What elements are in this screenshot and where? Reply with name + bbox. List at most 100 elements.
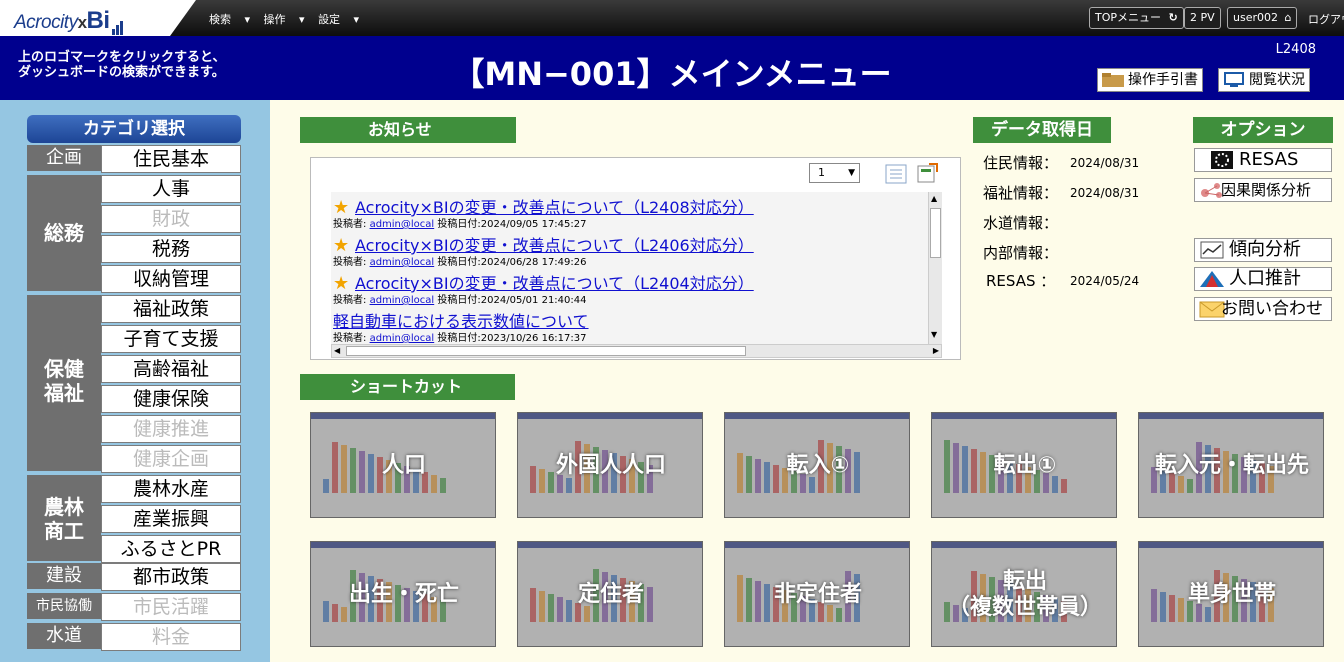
group-label-planning: 企画 [27, 145, 101, 173]
export-icon[interactable] [917, 162, 939, 184]
shortcut-births-deaths[interactable]: 出生・死亡 [310, 541, 496, 647]
group-label-health-welfare: 保健福祉 [27, 295, 101, 473]
category-button-industry[interactable]: 産業振興 [101, 505, 241, 533]
category-button-finance: 財政 [101, 205, 241, 233]
category-button-hometown-pr[interactable]: ふるさとPR [101, 535, 241, 563]
shortcut-label: 定住者 [577, 582, 644, 607]
shortcut-label: 非定住者 [773, 582, 862, 607]
poster-link[interactable]: admin@local [370, 295, 435, 306]
home-icon: ⌂ [1284, 11, 1292, 24]
poster-link[interactable]: admin@local [370, 257, 435, 268]
list-view-icon[interactable] [885, 164, 907, 184]
poster-link[interactable]: admin@local [370, 333, 435, 344]
top-menus: 検索 ▾ 操作 ▾ 設定 ▾ [209, 11, 369, 27]
shortcut-label: 転出 （複数世帯員） [947, 569, 1102, 620]
data-date-value: 2024/08/31 [1070, 186, 1140, 200]
shortcut-label: 転入① [786, 453, 850, 478]
population-projection-button[interactable]: 人口推計 [1194, 267, 1332, 291]
shortcut-label: 転出① [993, 453, 1057, 478]
group-label-agriculture-commerce: 農林商工 [27, 475, 101, 563]
category-button-agriculture[interactable]: 農林水産 [101, 475, 241, 503]
category-button-health-planning: 健康企画 [101, 445, 241, 473]
refresh-icon: ↻ [1168, 11, 1178, 24]
data-date-value: 2024/08/31 [1070, 156, 1140, 170]
notices-list: ★ Acrocity×BIの変更・改善点について（L2408対応分） 投稿者: … [331, 192, 942, 344]
scroll-right-icon: ▶ [932, 346, 939, 355]
category-button-elderly-welfare[interactable]: 高齢福祉 [101, 355, 241, 383]
scroll-up-icon: ▲ [931, 194, 938, 203]
category-button-childcare[interactable]: 子育て支援 [101, 325, 241, 353]
group-label-construction: 建設 [27, 563, 101, 591]
monitor-icon [1224, 72, 1244, 87]
shortcut-foreign-population[interactable]: 外国人人口 [517, 412, 703, 518]
shortcut-label: 人口 [381, 453, 426, 478]
category-button-tax[interactable]: 税務 [101, 235, 241, 263]
pv-count[interactable]: 2 PV [1184, 7, 1221, 29]
scroll-thumb[interactable] [346, 346, 746, 356]
acrocity-bi-logo[interactable]: AcrocityxBi [14, 7, 124, 35]
resas-logo-icon [1211, 151, 1233, 169]
scroll-down-icon: ▼ [931, 330, 938, 339]
poster-link[interactable]: admin@local [370, 219, 435, 230]
causal-analysis-button[interactable]: 因果関係分析 [1194, 178, 1332, 202]
top-menu-button[interactable]: TOPメニュー ↻ [1089, 7, 1184, 29]
shortcut-label: 転入元・転出先 [1154, 453, 1309, 478]
top-bar: AcrocityxBi 検索 ▾ 操作 ▾ 設定 ▾ TOPメニュー ↻ 2 P… [0, 0, 1344, 36]
data-date-label: 住民情報： [983, 154, 1059, 172]
shortcut-population[interactable]: 人口 [310, 412, 496, 518]
group-label-general-affairs: 総務 [27, 175, 101, 293]
header-band: 上のロゴマークをクリックすると、 ダッシュボードの検索ができます。 【MN−00… [0, 36, 1344, 100]
data-date-label: 内部情報： [983, 244, 1059, 262]
category-button-welfare-policy[interactable]: 福祉政策 [101, 295, 241, 323]
category-button-fees: 料金 [101, 623, 241, 651]
scroll-thumb[interactable] [930, 208, 941, 258]
category-button-personnel[interactable]: 人事 [101, 175, 241, 203]
manual-button[interactable]: 操作手引書 [1097, 68, 1203, 92]
logout-link[interactable]: ログアウ [1308, 11, 1344, 27]
category-button-health-insurance[interactable]: 健康保険 [101, 385, 241, 413]
notices-vertical-scrollbar[interactable]: ▲ ▼ [928, 192, 942, 344]
user-button[interactable]: user002 ⌂ [1227, 7, 1298, 29]
data-date-heading: データ取得日 [973, 117, 1111, 143]
notices-panel: ★ Acrocity×BIの変更・改善点について（L2408対応分） 投稿者: … [310, 157, 961, 360]
menu-settings[interactable]: 設定 ▾ [318, 13, 359, 26]
notices-heading: お知らせ [300, 117, 516, 143]
shortcuts-heading: ショートカット [300, 374, 515, 400]
shortcut-move-in-1[interactable]: 転入① [724, 412, 910, 518]
logo-area[interactable]: AcrocityxBi [0, 0, 196, 36]
view-status-button[interactable]: 閲覧状況 [1218, 68, 1310, 92]
category-button-resident-basic[interactable]: 住民基本 [101, 145, 241, 173]
folder-icon [1102, 73, 1124, 87]
chevron-down-icon: ▼ [848, 168, 855, 178]
shortcut-label: 外国人人口 [555, 453, 666, 478]
menu-search[interactable]: 検索 ▾ [209, 13, 250, 26]
category-button-civic-activity: 市民活躍 [101, 593, 241, 621]
shortcut-label: 出生・死亡 [348, 582, 459, 607]
group-label-water: 水道 [27, 623, 101, 651]
shortcut-non-settlers[interactable]: 非定住者 [724, 541, 910, 647]
trend-chart-icon [1200, 241, 1224, 259]
shortcut-move-out-multi-member[interactable]: 転出 （複数世帯員） [931, 541, 1117, 647]
data-date-label: RESAS ： [986, 272, 1056, 290]
data-date-label: 水道情報： [983, 214, 1059, 232]
pyramid-icon [1200, 271, 1224, 287]
category-button-health-promotion: 健康推進 [101, 415, 241, 443]
scroll-left-icon: ◀ [334, 346, 341, 355]
category-button-urban-policy[interactable]: 都市政策 [101, 563, 241, 591]
shortcut-settlers[interactable]: 定住者 [517, 541, 703, 647]
shortcut-move-origin-destination[interactable]: 転入元・転出先 [1138, 412, 1324, 518]
contact-button[interactable]: お問い合わせ [1194, 297, 1332, 321]
notices-page-select[interactable]: 1 ▼ [809, 163, 860, 183]
shortcut-move-out-1[interactable]: 転出① [931, 412, 1117, 518]
resas-button[interactable]: RESAS [1194, 148, 1332, 172]
menu-operation[interactable]: 操作 ▾ [264, 13, 305, 26]
shortcut-single-households[interactable]: 単身世帯 [1138, 541, 1324, 647]
data-date-value: 2024/05/24 [1070, 274, 1140, 288]
options-heading: オプション [1193, 117, 1333, 143]
category-button-collection[interactable]: 収納管理 [101, 265, 241, 293]
shortcut-label: 単身世帯 [1187, 582, 1276, 607]
category-title: カテゴリ選択 [27, 115, 241, 143]
group-label-civic-cooperation: 市民協働 [27, 593, 101, 621]
notices-horizontal-scrollbar[interactable]: ◀ ▶ [331, 344, 942, 358]
trend-analysis-button[interactable]: 傾向分析 [1194, 238, 1332, 262]
